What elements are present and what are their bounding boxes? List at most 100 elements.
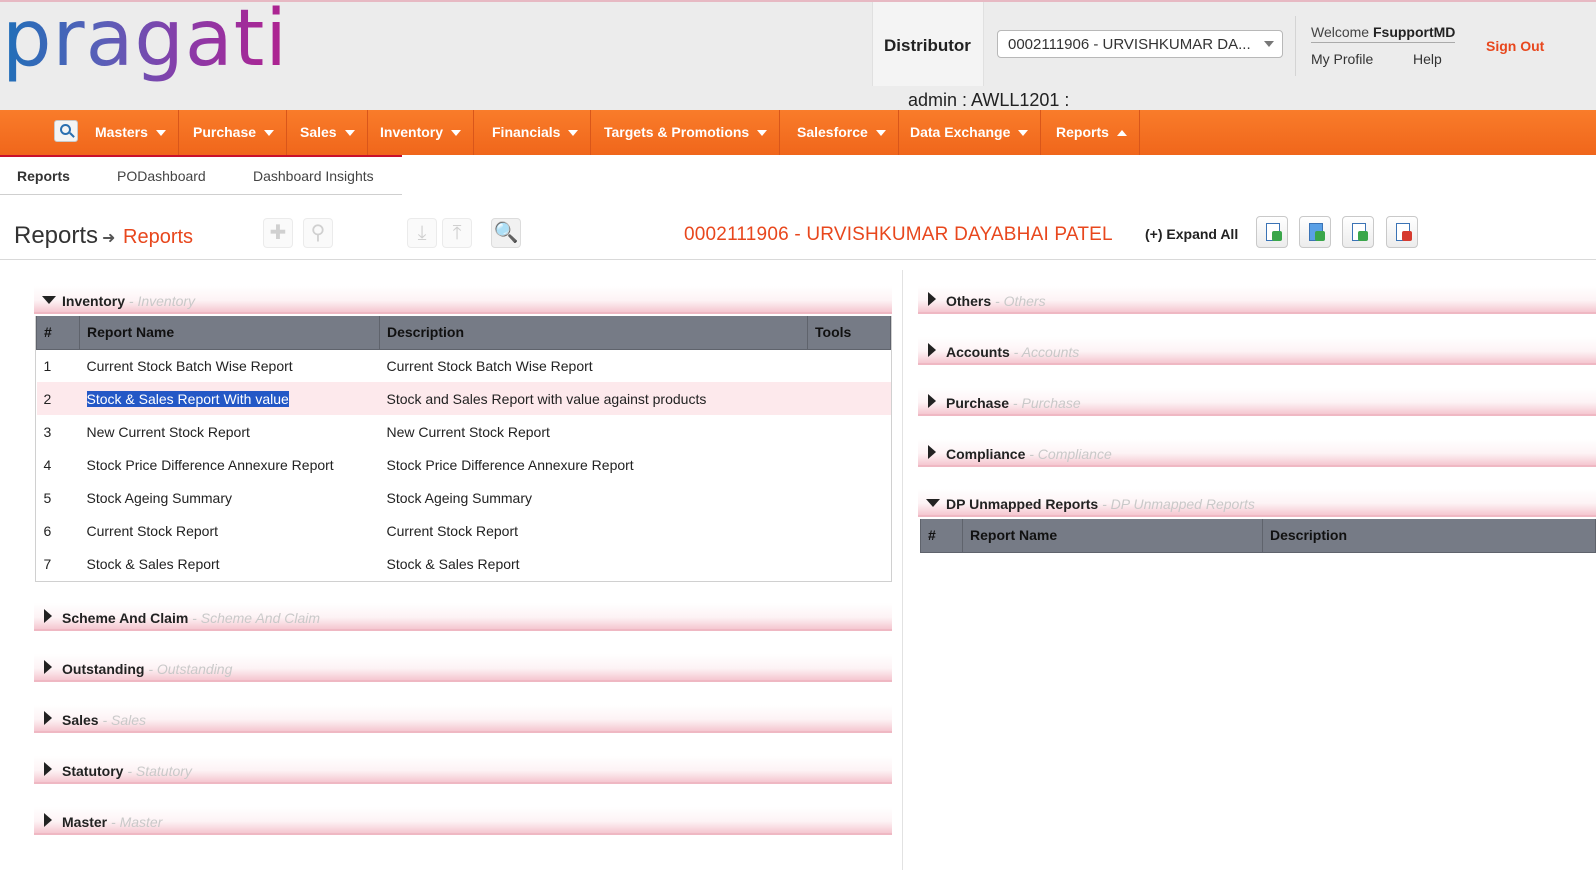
col-report-name[interactable]: Report Name: [79, 316, 380, 350]
section-compliance[interactable]: Compliance - Compliance: [918, 439, 1596, 467]
section-others[interactable]: Others - Others: [918, 286, 1596, 314]
pragati-logo[interactable]: pragati: [2, 0, 288, 84]
sign-out-link[interactable]: Sign Out: [1486, 38, 1544, 54]
report-name[interactable]: Current Stock Batch Wise Report: [80, 349, 380, 382]
nav-masters[interactable]: Masters: [83, 110, 179, 155]
section-scheme-and-claim[interactable]: Scheme And Claim - Scheme And Claim: [34, 603, 892, 631]
col-hash: #: [36, 316, 80, 350]
col-description[interactable]: Description: [1262, 519, 1596, 553]
col-report-name[interactable]: Report Name: [962, 519, 1263, 553]
section-statutory[interactable]: Statutory - Statutory: [34, 756, 892, 784]
nav-sales-label: Sales: [300, 124, 337, 140]
search-icon[interactable]: [54, 120, 78, 142]
nav-inventory[interactable]: Inventory: [368, 110, 475, 155]
section-outstanding-title: Outstanding - Outstanding: [62, 661, 232, 677]
section-sales-title: Sales - Sales: [62, 712, 146, 728]
triangle-right-icon: [44, 609, 52, 623]
help-link[interactable]: Help: [1413, 51, 1442, 67]
nav-financials-label: Financials: [492, 124, 561, 140]
nav-targets-promotions[interactable]: Targets & Promotions: [592, 110, 781, 155]
table-row[interactable]: 3 New Current Stock Report New Current S…: [37, 415, 891, 448]
nav-data-exchange-label: Data Exchange: [910, 124, 1011, 140]
triangle-right-icon: [928, 394, 936, 408]
expand-all-link[interactable]: (+) Expand All: [1145, 226, 1238, 242]
col-tools: Tools: [807, 316, 891, 350]
section-title-text: Outstanding: [62, 661, 145, 677]
section-outstanding[interactable]: Outstanding - Outstanding: [34, 654, 892, 682]
section-accounts[interactable]: Accounts - Accounts: [918, 337, 1596, 365]
section-subtitle: - Sales: [98, 712, 147, 728]
selected-text[interactable]: Stock & Sales Report With value: [86, 390, 289, 407]
report-description: Current Stock Report: [386, 522, 519, 539]
column-divider: [902, 270, 903, 870]
table-row[interactable]: 2 Stock & Sales Report With value Stock …: [36, 382, 891, 415]
caret-down-icon: [568, 130, 579, 137]
report-name[interactable]: Stock & Sales Report: [80, 547, 380, 580]
report-description: Stock and Sales Report with value agains…: [379, 382, 808, 415]
section-accounts-title: Accounts - Accounts: [946, 344, 1079, 360]
nav-reports[interactable]: Reports: [1044, 110, 1140, 155]
triangle-down-icon: [926, 499, 940, 507]
section-title-text: Accounts: [946, 344, 1010, 360]
nav-salesforce[interactable]: Salesforce: [785, 110, 899, 155]
caret-down-icon: [451, 130, 462, 137]
section-title-text: Inventory: [62, 293, 126, 309]
upload-button[interactable]: ⤒: [442, 218, 472, 248]
table-row[interactable]: 5 Stock Ageing Summary Stock Ageing Summ…: [37, 481, 891, 514]
col-description[interactable]: Description: [379, 316, 808, 350]
section-master[interactable]: Master - Master: [34, 807, 892, 835]
subtab-podashboard[interactable]: PODashboard: [117, 168, 206, 184]
add-button[interactable]: ✚: [263, 218, 293, 248]
triangle-right-icon: [44, 660, 52, 674]
page-title: Reports: [14, 222, 99, 249]
download-button[interactable]: ⤓: [407, 218, 437, 248]
subtab-reports[interactable]: Reports: [17, 168, 70, 184]
chevron-down-icon[interactable]: [1264, 41, 1274, 47]
download-icon: ⤓: [417, 222, 427, 244]
search-button[interactable]: ⚲: [303, 218, 333, 248]
preview-button[interactable]: 🔍: [491, 218, 521, 248]
section-subtitle: - Outstanding: [144, 661, 233, 677]
export-report-button[interactable]: [1342, 216, 1374, 248]
nav-data-exchange[interactable]: Data Exchange: [898, 110, 1042, 155]
add-report-button[interactable]: [1256, 216, 1288, 248]
delete-report-button[interactable]: [1386, 216, 1418, 248]
table-row[interactable]: 6 Current Stock Report Current Stock Rep…: [37, 514, 891, 547]
section-compliance-title: Compliance - Compliance: [946, 446, 1112, 462]
new-folder-button[interactable]: [1299, 216, 1331, 248]
section-purchase[interactable]: Purchase - Purchase: [918, 388, 1596, 416]
section-title-text: Statutory: [62, 763, 124, 779]
section-dp-unmapped[interactable]: DP Unmapped Reports - DP Unmapped Report…: [918, 489, 1596, 517]
section-title-text: Others: [946, 293, 992, 309]
distributor-select[interactable]: 0002111906 - URVISHKUMAR DA...: [997, 30, 1283, 58]
my-profile-link[interactable]: My Profile: [1311, 51, 1373, 67]
triangle-right-icon: [44, 711, 52, 725]
section-sales[interactable]: Sales - Sales: [34, 705, 892, 733]
distributor-heading: 0002111906 - URVISHKUMAR DAYABHAI PATEL: [684, 224, 1113, 245]
report-name[interactable]: Stock Ageing Summary: [80, 481, 380, 514]
report-name[interactable]: Stock Price Difference Annexure Report: [80, 448, 380, 481]
table-row[interactable]: 7 Stock & Sales Report Stock & Sales Rep…: [37, 547, 891, 580]
report-name[interactable]: Current Stock Report: [80, 514, 380, 547]
section-inventory-title: Inventory - Inventory: [62, 293, 195, 309]
section-inventory[interactable]: Inventory - Inventory: [34, 286, 892, 314]
nav-reports-label: Reports: [1056, 124, 1109, 140]
table-row[interactable]: 1 Current Stock Batch Wise Report Curren…: [37, 349, 891, 382]
report-name[interactable]: Stock & Sales Report With value: [79, 382, 380, 415]
subtab-dashboard-insights[interactable]: Dashboard Insights: [253, 168, 374, 184]
section-title-text: Scheme And Claim: [62, 610, 189, 626]
nav-purchase[interactable]: Purchase: [181, 110, 288, 155]
nav-financials[interactable]: Financials: [480, 110, 592, 155]
nav-sales[interactable]: Sales: [288, 110, 368, 155]
report-name[interactable]: New Current Stock Report: [80, 415, 380, 448]
distributor-label: Distributor: [884, 36, 971, 55]
section-subtitle: - Statutory: [123, 763, 192, 779]
breadcrumb-current: Reports: [123, 226, 194, 248]
report-description: Current Stock Batch Wise Report: [386, 357, 593, 374]
triangle-right-icon: [44, 813, 52, 827]
triangle-right-icon: [928, 343, 936, 357]
arrow-badge-icon: [1358, 231, 1368, 241]
breadcrumb-arrow-icon: ➜: [102, 230, 116, 247]
table-row[interactable]: 4 Stock Price Difference Annexure Report…: [37, 448, 891, 481]
triangle-right-icon: [44, 762, 52, 776]
